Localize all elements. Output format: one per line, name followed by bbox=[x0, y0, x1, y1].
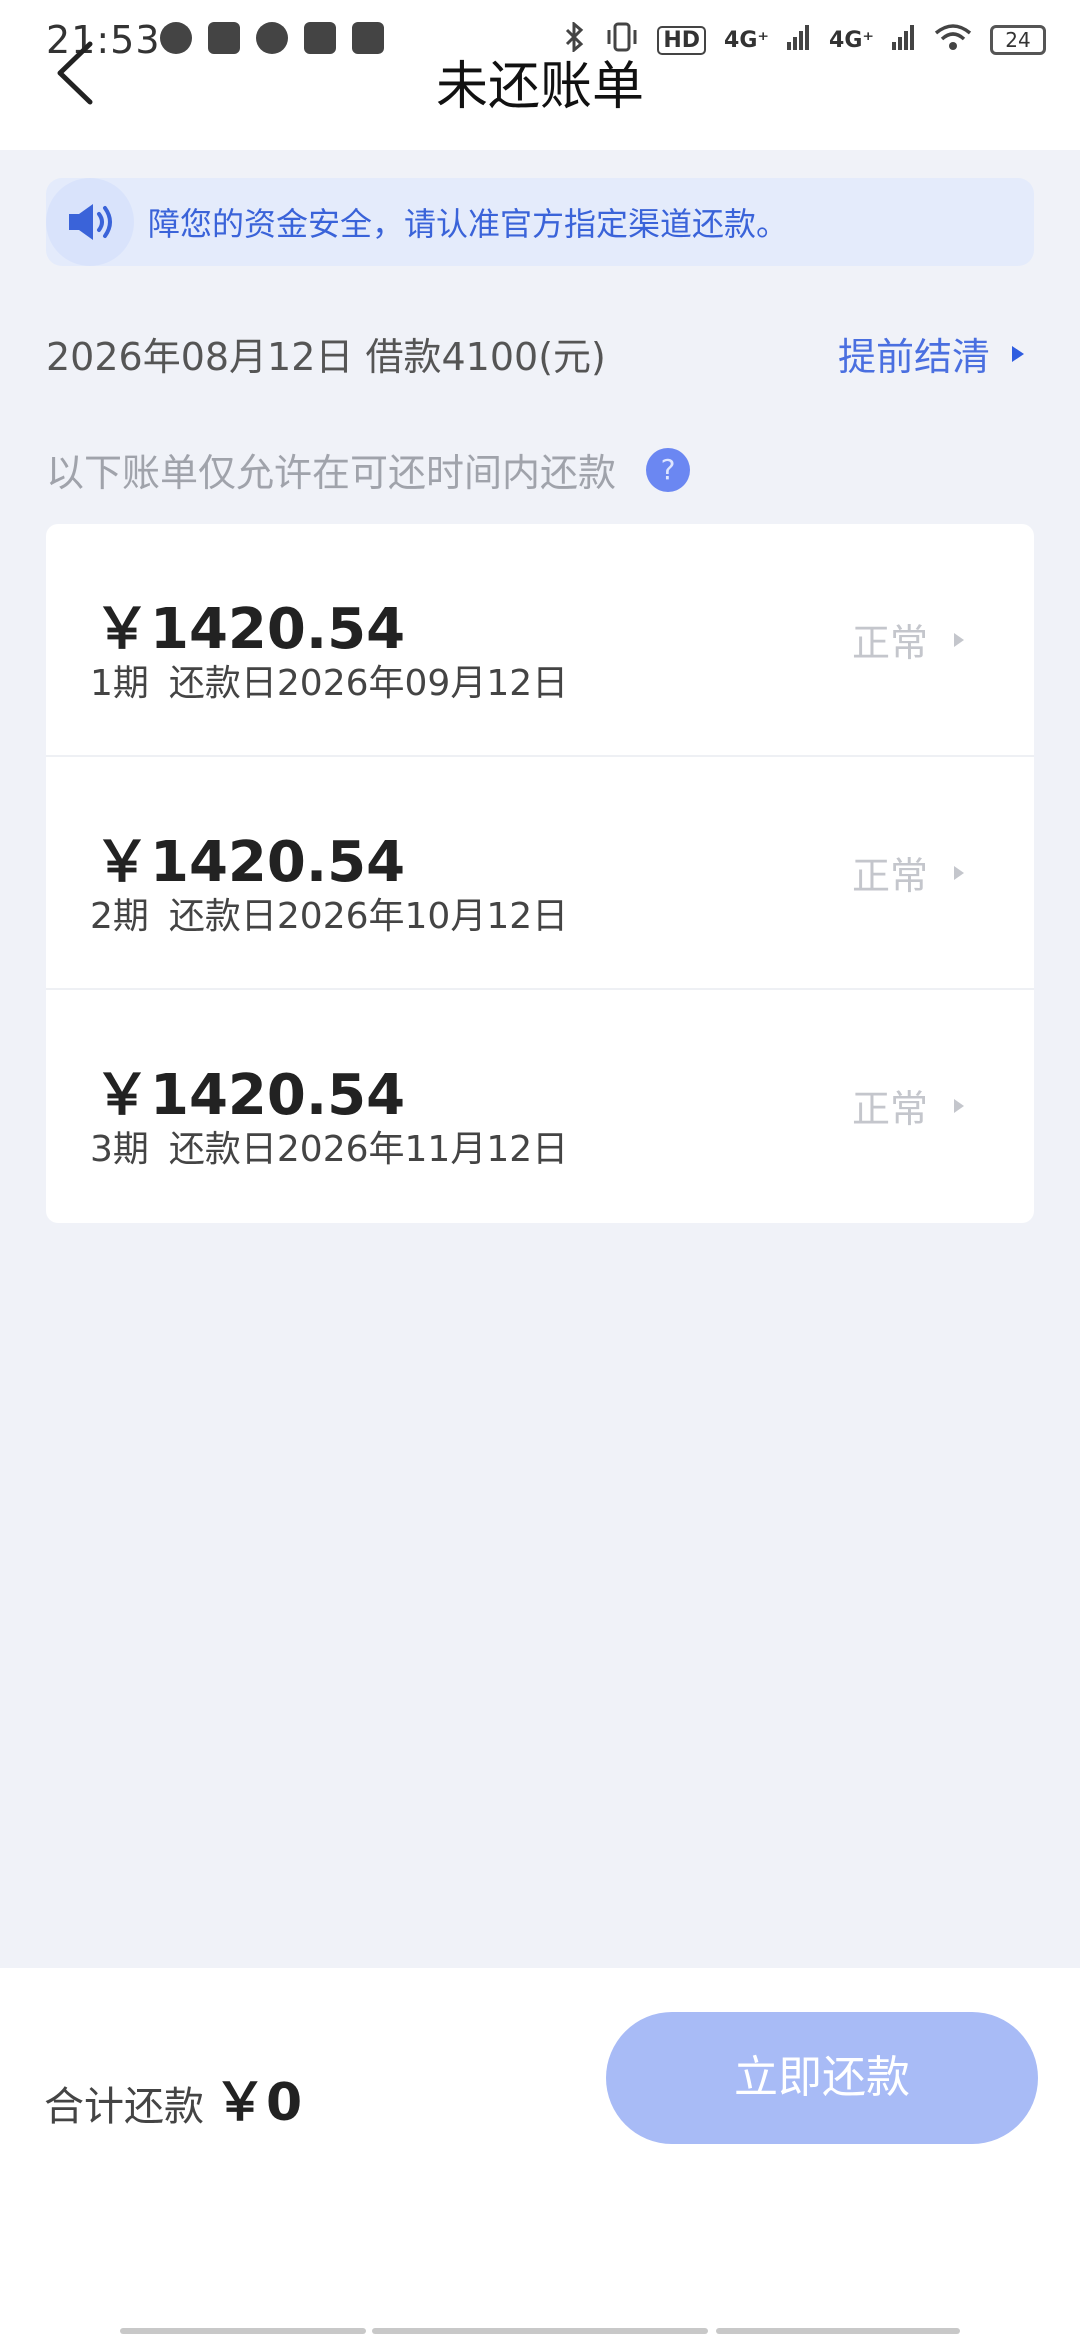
bill-item[interactable]: ￥1420.54 1期 还款日2026年09月12日 正常 bbox=[46, 524, 1034, 757]
total-label: 合计还款 bbox=[44, 2084, 204, 2130]
bill-meta: 1期 还款日2026年09月12日 bbox=[90, 654, 568, 706]
repay-hint-text: 以下账单仅允许在可还时间内还款 bbox=[46, 451, 617, 495]
nav-indicator bbox=[372, 2328, 708, 2334]
bill-status: 正常 bbox=[852, 1078, 964, 1133]
bill-status-label: 正常 bbox=[851, 621, 928, 665]
bill-period: 3期 bbox=[90, 1129, 149, 1170]
bill-meta: 2期 还款日2026年10月12日 bbox=[90, 887, 568, 939]
notice-text: 障您的资金安全，请认准官方指定渠道还款。 bbox=[148, 205, 789, 243]
bill-period: 2期 bbox=[90, 896, 149, 937]
bill-status-label: 正常 bbox=[851, 1087, 928, 1131]
bottom-bar: 合计还款 ￥0 立即还款 bbox=[0, 1968, 1080, 2340]
bill-status: 正常 bbox=[852, 612, 964, 667]
bill-amount: ￥1420.54 bbox=[94, 597, 406, 662]
security-notice: 障您的资金安全，请认准官方指定渠道还款。 bbox=[46, 178, 1034, 266]
loan-summary: 2026年08月12日 借款4100(元) bbox=[46, 335, 606, 379]
header: 21:53 HD 4G⁺ 4G⁺ 24 未还账单 bbox=[0, 0, 1080, 150]
help-icon[interactable]: ? bbox=[646, 447, 691, 492]
bill-meta: 3期 还款日2026年11月12日 bbox=[90, 1120, 568, 1172]
bill-amount: ￥1420.54 bbox=[94, 830, 406, 895]
repay-hint: 以下账单仅允许在可还时间内还款 ? bbox=[46, 442, 691, 497]
early-settle-label: 提前结清 bbox=[837, 335, 990, 379]
bill-status-label: 正常 bbox=[851, 854, 928, 898]
arrow-right-icon bbox=[954, 865, 964, 880]
arrow-right-icon bbox=[954, 1098, 964, 1113]
speaker-icon bbox=[46, 178, 134, 266]
early-settle-button[interactable]: 提前结清 bbox=[838, 326, 1024, 381]
arrow-right-icon bbox=[1012, 345, 1024, 362]
nav-indicator bbox=[716, 2328, 960, 2334]
bill-due-date: 还款日2026年10月12日 bbox=[168, 896, 569, 937]
total-amount: ￥0 bbox=[214, 2073, 303, 2133]
bill-item[interactable]: ￥1420.54 3期 还款日2026年11月12日 正常 bbox=[46, 990, 1034, 1223]
bill-item[interactable]: ￥1420.54 2期 还款日2026年10月12日 正常 bbox=[46, 757, 1034, 990]
bill-status: 正常 bbox=[852, 845, 964, 900]
bill-amount: ￥1420.54 bbox=[94, 1063, 406, 1128]
bill-list: ￥1420.54 1期 还款日2026年09月12日 正常 ￥1420.54 2… bbox=[46, 524, 1034, 1223]
repay-now-button[interactable]: 立即还款 bbox=[606, 2012, 1038, 2144]
bill-due-date: 还款日2026年09月12日 bbox=[168, 663, 569, 704]
bill-due-date: 还款日2026年11月12日 bbox=[168, 1129, 569, 1170]
arrow-right-icon bbox=[954, 632, 964, 647]
total-repayment: 合计还款 ￥0 bbox=[44, 2060, 302, 2135]
page-title: 未还账单 bbox=[435, 57, 644, 117]
bill-period: 1期 bbox=[90, 663, 149, 704]
nav-indicator bbox=[120, 2328, 366, 2334]
